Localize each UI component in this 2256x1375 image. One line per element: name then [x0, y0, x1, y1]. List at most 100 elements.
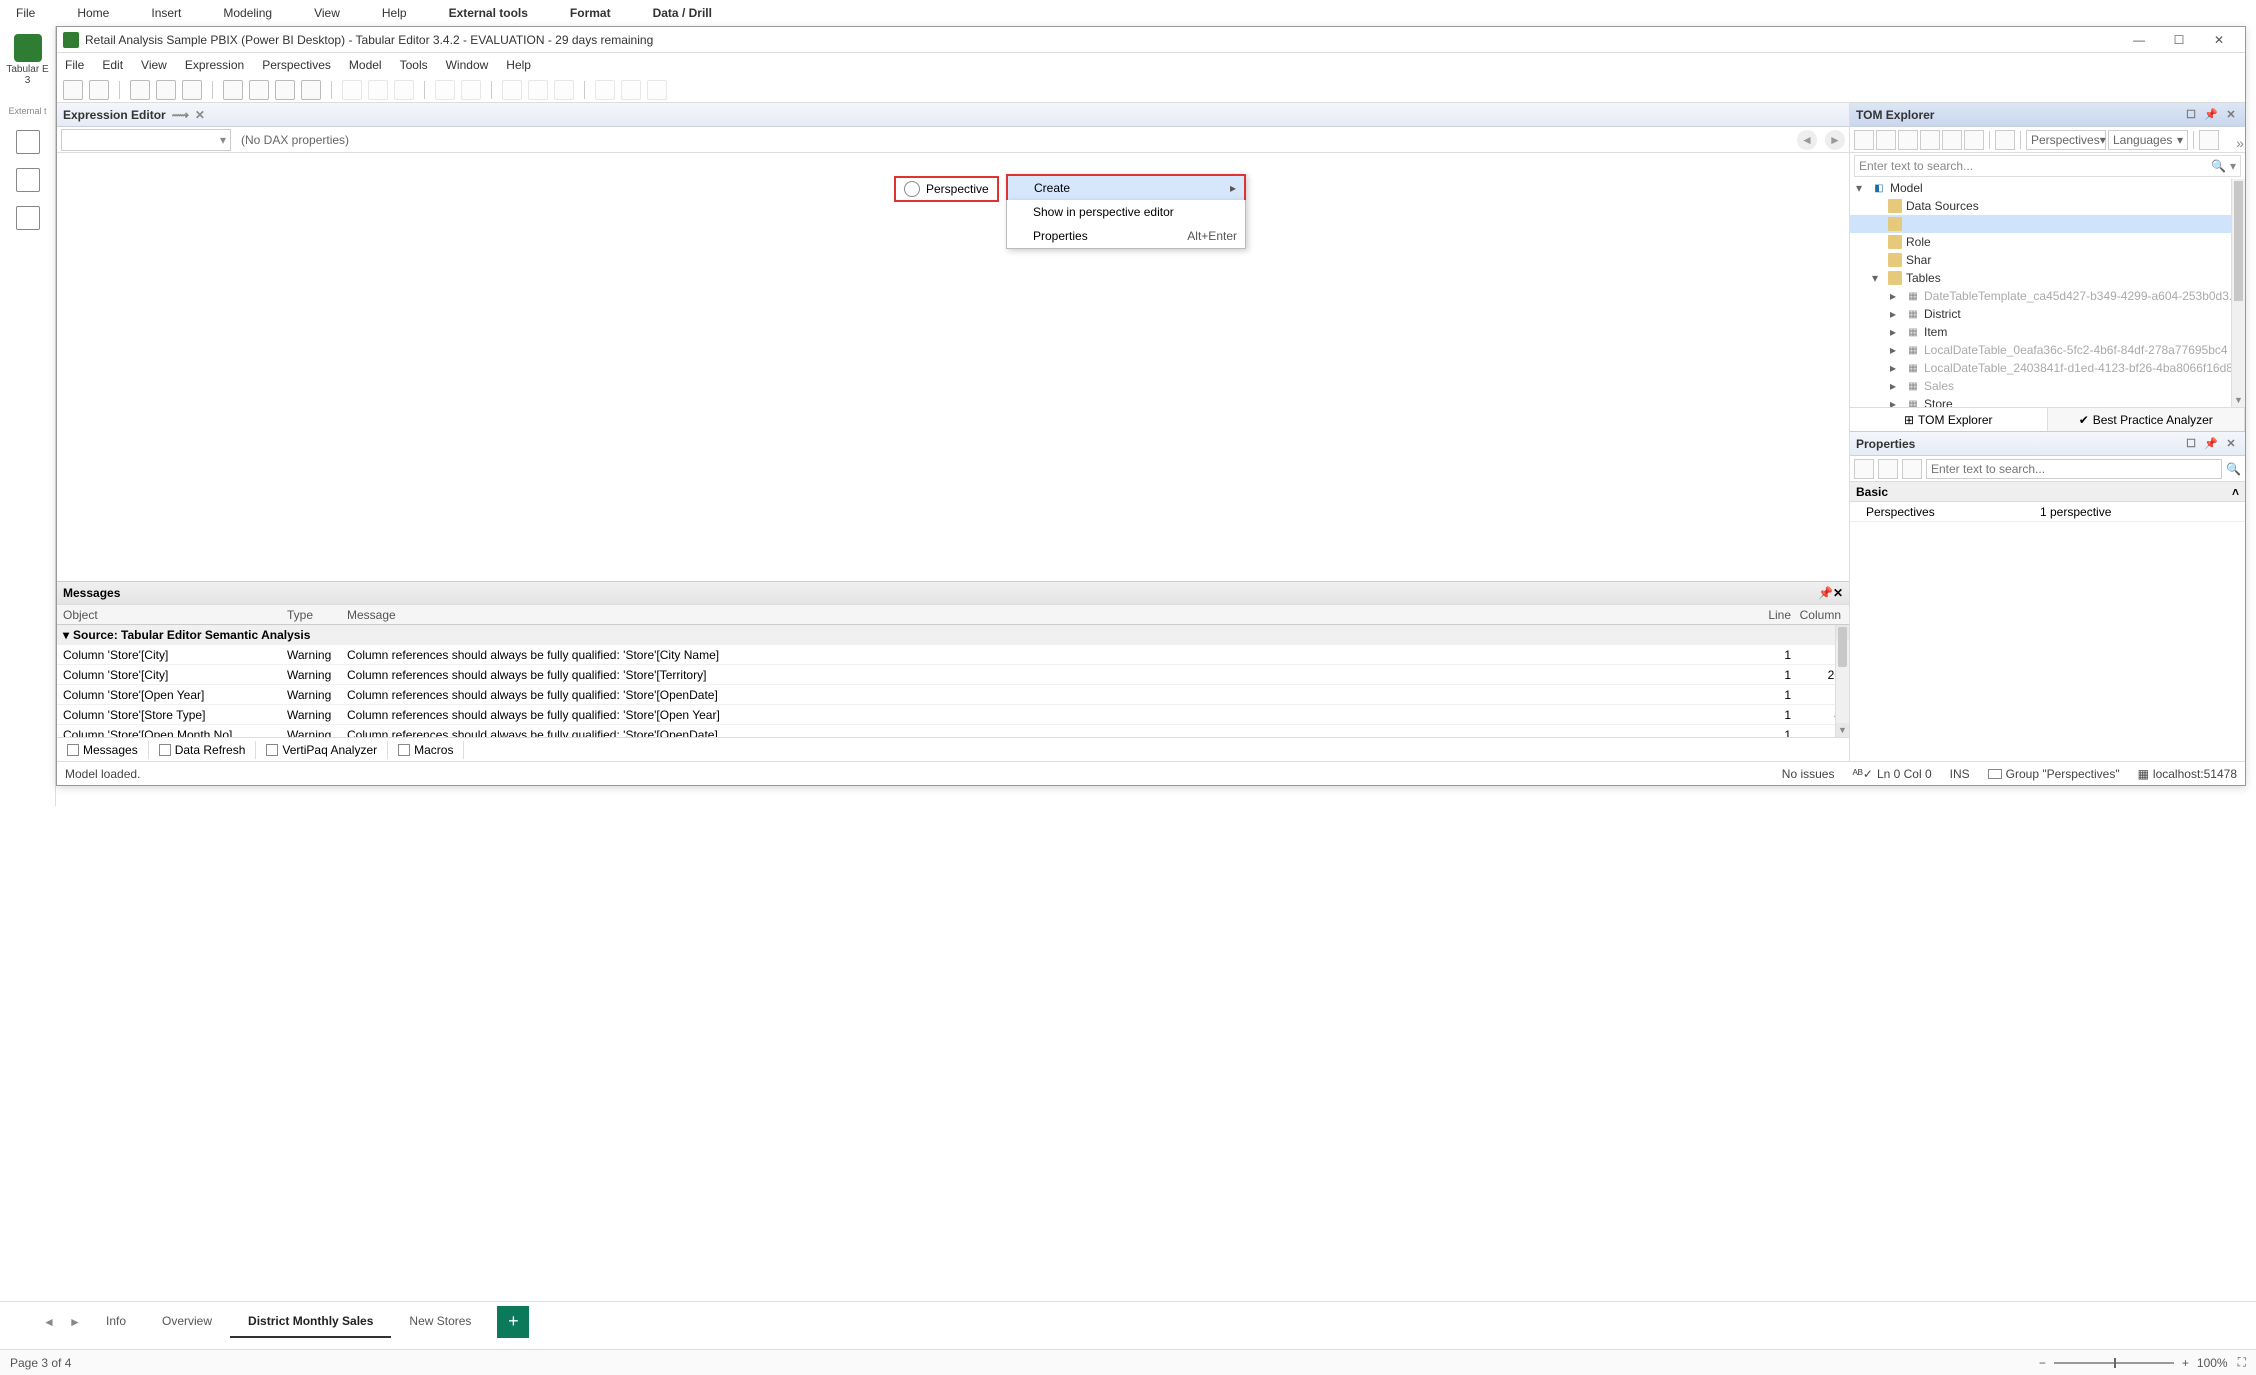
- bottom-tab-vertipaq-analyzer[interactable]: VertiPaq Analyzer: [256, 741, 388, 759]
- sheet-tab-overview[interactable]: Overview: [144, 1306, 230, 1338]
- messages-close-icon[interactable]: ✕: [1833, 586, 1843, 600]
- expr-nav-forward[interactable]: ►: [1825, 130, 1845, 150]
- props-category-basic[interactable]: Basic˄: [1850, 482, 2245, 502]
- tom-tool-8[interactable]: [2199, 130, 2219, 150]
- menu-edit[interactable]: Edit: [102, 58, 123, 72]
- props-tool-1[interactable]: [1854, 459, 1874, 479]
- tree-scroll-down[interactable]: ▼: [2232, 393, 2245, 407]
- tom-tool-2[interactable]: [1876, 130, 1896, 150]
- menu-window[interactable]: Window: [446, 58, 489, 72]
- add-sheet-button[interactable]: +: [497, 1306, 529, 1338]
- menu-model[interactable]: Model: [349, 58, 382, 72]
- ribbon-tab-data-drill[interactable]: Data / Drill: [647, 4, 718, 22]
- minimize-button[interactable]: —: [2119, 28, 2159, 52]
- bottom-tab-macros[interactable]: Macros: [388, 741, 464, 759]
- toolbar-button-5[interactable]: [182, 80, 202, 100]
- tab-best-practice[interactable]: ✔Best Practice Analyzer: [2048, 408, 2246, 431]
- tree-node-model[interactable]: ▾◧Model: [1850, 179, 2245, 197]
- ribbon-tab-home[interactable]: Home: [71, 4, 115, 22]
- props-close-icon[interactable]: ✕: [2223, 436, 2239, 452]
- zoom-in-button[interactable]: +: [2182, 1356, 2189, 1370]
- tree-node-table[interactable]: ▸▦DateTableTemplate_ca45d427-b349-4299-a…: [1850, 287, 2245, 305]
- tree-node-tables[interactable]: ▾Tables: [1850, 269, 2245, 287]
- menu-tools[interactable]: Tools: [400, 58, 428, 72]
- tom-search-box[interactable]: Enter text to search... 🔍 ▾: [1854, 155, 2241, 177]
- toolbar-button-1[interactable]: [89, 80, 109, 100]
- messages-source-row[interactable]: ▾Source: Tabular Editor Semantic Analysi…: [57, 625, 1849, 645]
- tom-tool-5[interactable]: [1942, 130, 1962, 150]
- col-line[interactable]: Line: [1749, 608, 1799, 622]
- tom-tool-3[interactable]: [1898, 130, 1918, 150]
- messages-scrollbar[interactable]: ▲ ▼: [1835, 625, 1849, 737]
- tab-tom-explorer[interactable]: ⊞TOM Explorer: [1850, 408, 2048, 431]
- scroll-thumb[interactable]: [1838, 627, 1847, 667]
- close-panel-icon[interactable]: ✕: [195, 108, 205, 122]
- col-object[interactable]: Object: [57, 608, 287, 622]
- tree-node-table[interactable]: ▸▦Store: [1850, 395, 2245, 407]
- sheet-nav-next[interactable]: ►: [62, 1309, 88, 1335]
- props-tool-3[interactable]: [1902, 459, 1922, 479]
- tom-maximize-icon[interactable]: ☐: [2183, 107, 2199, 123]
- col-column[interactable]: Column: [1799, 608, 1849, 622]
- context-item-show-editor[interactable]: Show in perspective editor: [1007, 200, 1245, 224]
- message-row[interactable]: Column 'Store'[Open Year]WarningColumn r…: [57, 685, 1849, 705]
- sheet-tab-district-monthly-sales[interactable]: District Monthly Sales: [230, 1306, 391, 1338]
- menu-view[interactable]: View: [141, 58, 167, 72]
- tree-node-table[interactable]: ▸▦District: [1850, 305, 2245, 323]
- props-search-icon[interactable]: 🔍: [2226, 462, 2241, 476]
- bottom-tab-data-refresh[interactable]: Data Refresh: [149, 741, 257, 759]
- dax-editor-area[interactable]: [57, 153, 1849, 581]
- expand-right-pane-icon[interactable]: »: [2233, 131, 2247, 155]
- ribbon-tab-modeling[interactable]: Modeling: [217, 4, 278, 22]
- tabular-editor-logo[interactable]: [14, 34, 42, 62]
- search-dropdown-icon[interactable]: ▾: [2230, 159, 2236, 173]
- sheet-nav-prev[interactable]: ◄: [36, 1309, 62, 1335]
- tree-node-table[interactable]: ▸▦Item: [1850, 323, 2245, 341]
- tree-scrollbar[interactable]: ▲ ▼: [2231, 179, 2245, 407]
- sheet-tab-new-stores[interactable]: New Stores: [391, 1306, 489, 1338]
- tom-tool-4[interactable]: [1920, 130, 1940, 150]
- context-item-create[interactable]: Create ▸: [1008, 176, 1244, 200]
- tom-tree[interactable]: ▾◧ModelData SourcesRoleShar▾Tables▸▦Date…: [1850, 179, 2245, 407]
- message-row[interactable]: Column 'Store'[City]WarningColumn refere…: [57, 665, 1849, 685]
- languages-dropdown[interactable]: Languages▾: [2108, 130, 2188, 150]
- props-search-input[interactable]: [1926, 459, 2222, 479]
- tree-node-table[interactable]: ▸▦Sales: [1850, 377, 2245, 395]
- toolbar-button-9[interactable]: [275, 80, 295, 100]
- ribbon-tab-help[interactable]: Help: [376, 4, 413, 22]
- zoom-slider[interactable]: [2054, 1362, 2174, 1364]
- ribbon-tab-format[interactable]: Format: [564, 4, 617, 22]
- props-maximize-icon[interactable]: ☐: [2183, 436, 2199, 452]
- ribbon-tab-view[interactable]: View: [308, 4, 346, 22]
- bottom-tab-messages[interactable]: Messages: [57, 741, 149, 759]
- ribbon-tab-external-tools[interactable]: External tools: [443, 4, 534, 22]
- tree-node-shared[interactable]: Shar: [1850, 251, 2245, 269]
- props-pin-icon[interactable]: 📌: [2203, 436, 2219, 452]
- report-view-icon[interactable]: [16, 130, 40, 154]
- ribbon-tab-file[interactable]: File: [10, 4, 41, 22]
- ribbon-tab-insert[interactable]: Insert: [145, 4, 187, 22]
- data-view-icon[interactable]: [16, 168, 40, 192]
- props-row-perspectives[interactable]: Perspectives 1 perspective: [1850, 502, 2245, 522]
- toolbar-button-10[interactable]: [301, 80, 321, 100]
- tom-tool-7[interactable]: [1995, 130, 2015, 150]
- maximize-button[interactable]: ☐: [2159, 28, 2199, 52]
- tree-scroll-thumb[interactable]: [2234, 181, 2243, 301]
- zoom-out-button[interactable]: −: [2039, 1356, 2046, 1370]
- tree-node-selected[interactable]: [1850, 215, 2245, 233]
- perspectives-dropdown[interactable]: Perspectives▾: [2026, 130, 2106, 150]
- tom-tool-1[interactable]: [1854, 130, 1874, 150]
- tom-close-icon[interactable]: ✕: [2223, 107, 2239, 123]
- tom-tool-6[interactable]: [1964, 130, 1984, 150]
- props-tool-2[interactable]: [1878, 459, 1898, 479]
- model-view-icon[interactable]: [16, 206, 40, 230]
- sheet-tab-info[interactable]: Info: [88, 1306, 144, 1338]
- pin-icon[interactable]: ⟿: [172, 108, 189, 122]
- col-message[interactable]: Message: [347, 608, 1749, 622]
- messages-pin-icon[interactable]: 📌: [1818, 586, 1833, 600]
- context-item-properties[interactable]: Properties Alt+Enter: [1007, 224, 1245, 248]
- expression-object-dropdown[interactable]: ▾: [61, 129, 231, 151]
- tom-pin-icon[interactable]: 📌: [2203, 107, 2219, 123]
- scroll-down-icon[interactable]: ▼: [1836, 723, 1849, 737]
- tree-node-roles[interactable]: Role: [1850, 233, 2245, 251]
